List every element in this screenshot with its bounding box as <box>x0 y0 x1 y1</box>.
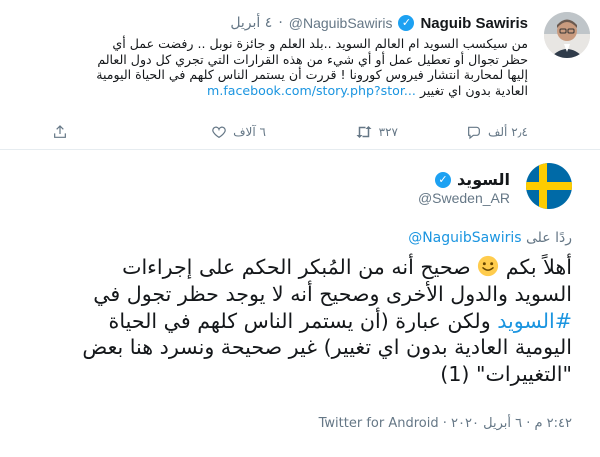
tweet-line: أهلاً بكم صحيح أنه من المُبكر الحكم على … <box>17 254 572 281</box>
quoted-name[interactable]: Naguib Sawiris <box>420 15 528 32</box>
tweet-text: أهلاً بكم صحيح أنه من المُبكر الحكم على … <box>17 254 572 388</box>
quoted-link[interactable]: m.facebook.com/story.php?stor... <box>207 83 416 98</box>
quoted-text: من سيكسب السويد ام العالم السويد ..بلد ا… <box>18 36 528 98</box>
reply-prefix: ردًا على <box>526 230 572 246</box>
reply-icon <box>468 126 480 140</box>
naguib-avatar[interactable] <box>544 12 590 58</box>
retweet-count: ٣٢٧ <box>378 125 398 139</box>
tweet-line-4: اليومية العادية بدون اي تغيير) غير صحيحة… <box>82 335 572 360</box>
greeting: أهلاً بكم <box>505 255 572 279</box>
quoted-line-last: العادية بدون اي تغيير m.facebook.com/sto… <box>18 83 528 99</box>
tweet-line-2: السويد والدول الأخرى وصحيح أنه لا يوجد ح… <box>93 281 572 306</box>
quoted-tweet[interactable]: ٤ أبريل · @NaguibSawiris ✓ Naguib Sawiri… <box>0 0 600 145</box>
quoted-header: ٤ أبريل · @NaguibSawiris ✓ Naguib Sawiri… <box>230 14 528 32</box>
sweden-flag-icon <box>526 163 572 209</box>
like-icon <box>212 126 226 139</box>
verified-badge-icon: ✓ <box>434 171 451 188</box>
share-button[interactable] <box>52 124 68 140</box>
sweden-avatar[interactable] <box>526 163 572 209</box>
author-name-row: ✓ السويد <box>434 170 510 189</box>
verified-badge-icon: ✓ <box>398 15 415 31</box>
quoted-line: من سيكسب السويد ام العالم السويد ..بلد ا… <box>112 36 528 51</box>
dot-separator: · <box>278 15 283 31</box>
reply-to-link[interactable]: @NaguibSawiris <box>408 230 521 246</box>
author-name[interactable]: السويد <box>457 170 510 189</box>
tweet-line-5: "التغييرات" (1) <box>440 362 572 387</box>
quoted-actions: ٢٫٤ ألف ٣٢٧ ٦ آلاف <box>28 124 528 142</box>
quoted-line: إليها لمحاربة انتشار فيروس كورونا ! قررت… <box>96 67 528 82</box>
share-icon <box>54 125 66 138</box>
tweet-line-1: صحيح أنه من المُبكر الحكم على إجراءات <box>122 255 471 279</box>
retweet-button[interactable]: ٣٢٧ <box>355 124 398 140</box>
reply-count: ٢٫٤ ألف <box>487 125 528 139</box>
like-button[interactable]: ٦ آلاف <box>211 124 266 140</box>
quoted-line: العادية بدون اي تغيير <box>419 82 528 98</box>
source-label[interactable]: Twitter for Android <box>319 416 439 431</box>
author-handle[interactable]: @Sweden_AR <box>418 190 510 206</box>
retweet-icon <box>356 126 372 138</box>
tweet-line: #السويد ولكن عبارة (أن يستمر الناس كلهم … <box>17 308 572 335</box>
hashtag-link[interactable]: #السويد <box>497 309 572 333</box>
divider <box>0 149 600 150</box>
timestamp[interactable]: ٢:٤٢ م · ٦ أبريل ٢٠٢٠ · <box>443 416 572 431</box>
reply-button[interactable]: ٢٫٤ ألف <box>466 124 528 140</box>
tweet-footer: ٢:٤٢ م · ٦ أبريل ٢٠٢٠ · Twitter for Andr… <box>319 416 572 431</box>
smiley-emoji <box>478 255 499 277</box>
replying-to: ردًا على @NaguibSawiris <box>408 230 572 246</box>
tweet-line-3: ولكن عبارة (أن يستمر الناس كلهم في الحيا… <box>108 308 491 333</box>
quoted-date[interactable]: ٤ أبريل <box>230 15 272 31</box>
like-count: ٦ آلاف <box>233 125 266 139</box>
quoted-line: حظر تجوال أو تعطيل عمل أو أي شيء من هذه … <box>97 51 528 67</box>
quoted-handle[interactable]: @NaguibSawiris <box>289 15 393 31</box>
